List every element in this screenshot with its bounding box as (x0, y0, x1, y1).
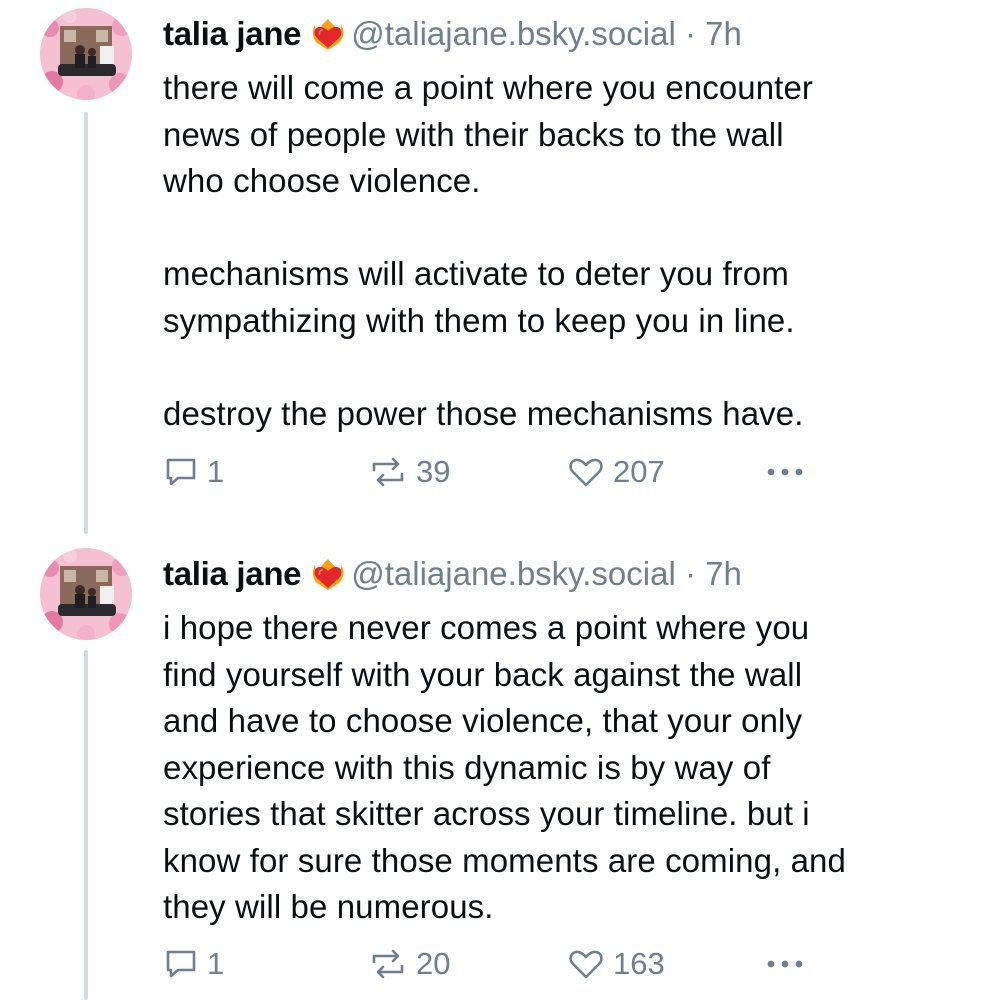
like-button[interactable]: 163 (567, 942, 665, 986)
heart-on-fire-icon (311, 17, 345, 60)
post-1[interactable]: talia jane @taliajane.bsky.social · 7h t… (0, 0, 991, 510)
repost-button[interactable]: 20 (368, 942, 450, 986)
author-avatar[interactable] (40, 8, 132, 100)
post-actions: 1 20 163 (163, 942, 863, 986)
author-avatar[interactable] (40, 548, 132, 640)
separator-dot: · (684, 15, 696, 52)
repost-count: 20 (416, 946, 451, 981)
post-actions: 1 39 207 (163, 450, 863, 494)
repost-button[interactable]: 39 (368, 450, 450, 494)
reply-button[interactable]: 1 (163, 450, 224, 494)
ellipsis-icon (765, 468, 805, 486)
more-options-button[interactable] (765, 462, 805, 487)
author-name[interactable]: talia jane (163, 555, 302, 592)
post-timestamp[interactable]: 7h (705, 15, 742, 52)
reply-icon (163, 454, 207, 490)
repost-count: 39 (416, 454, 451, 489)
post-text: there will come a point where you encoun… (163, 69, 813, 432)
separator-dot: · (684, 555, 696, 592)
post-text: i hope there never comes a point where y… (163, 609, 846, 925)
reply-icon (163, 946, 207, 982)
post-header: talia jane @taliajane.bsky.social · 7h (163, 554, 742, 600)
heart-icon (567, 454, 613, 490)
author-handle[interactable]: @taliajane.bsky.social (351, 15, 676, 52)
author-name[interactable]: talia jane (163, 15, 302, 52)
more-options-button[interactable] (765, 954, 805, 979)
post-2[interactable]: talia jane @taliajane.bsky.social · 7h i… (0, 540, 991, 1000)
like-count: 207 (613, 454, 665, 489)
author-handle[interactable]: @taliajane.bsky.social (351, 555, 676, 592)
post-timestamp[interactable]: 7h (705, 555, 742, 592)
heart-on-fire-icon (311, 557, 345, 600)
repost-icon (368, 946, 416, 982)
reply-button[interactable]: 1 (163, 942, 224, 986)
reply-count: 1 (207, 946, 225, 981)
like-button[interactable]: 207 (567, 450, 665, 494)
reply-count: 1 (207, 454, 225, 489)
heart-icon (567, 946, 613, 982)
repost-icon (368, 454, 416, 490)
post-header: talia jane @taliajane.bsky.social · 7h (163, 14, 742, 60)
ellipsis-icon (765, 960, 805, 978)
like-count: 163 (613, 946, 665, 981)
